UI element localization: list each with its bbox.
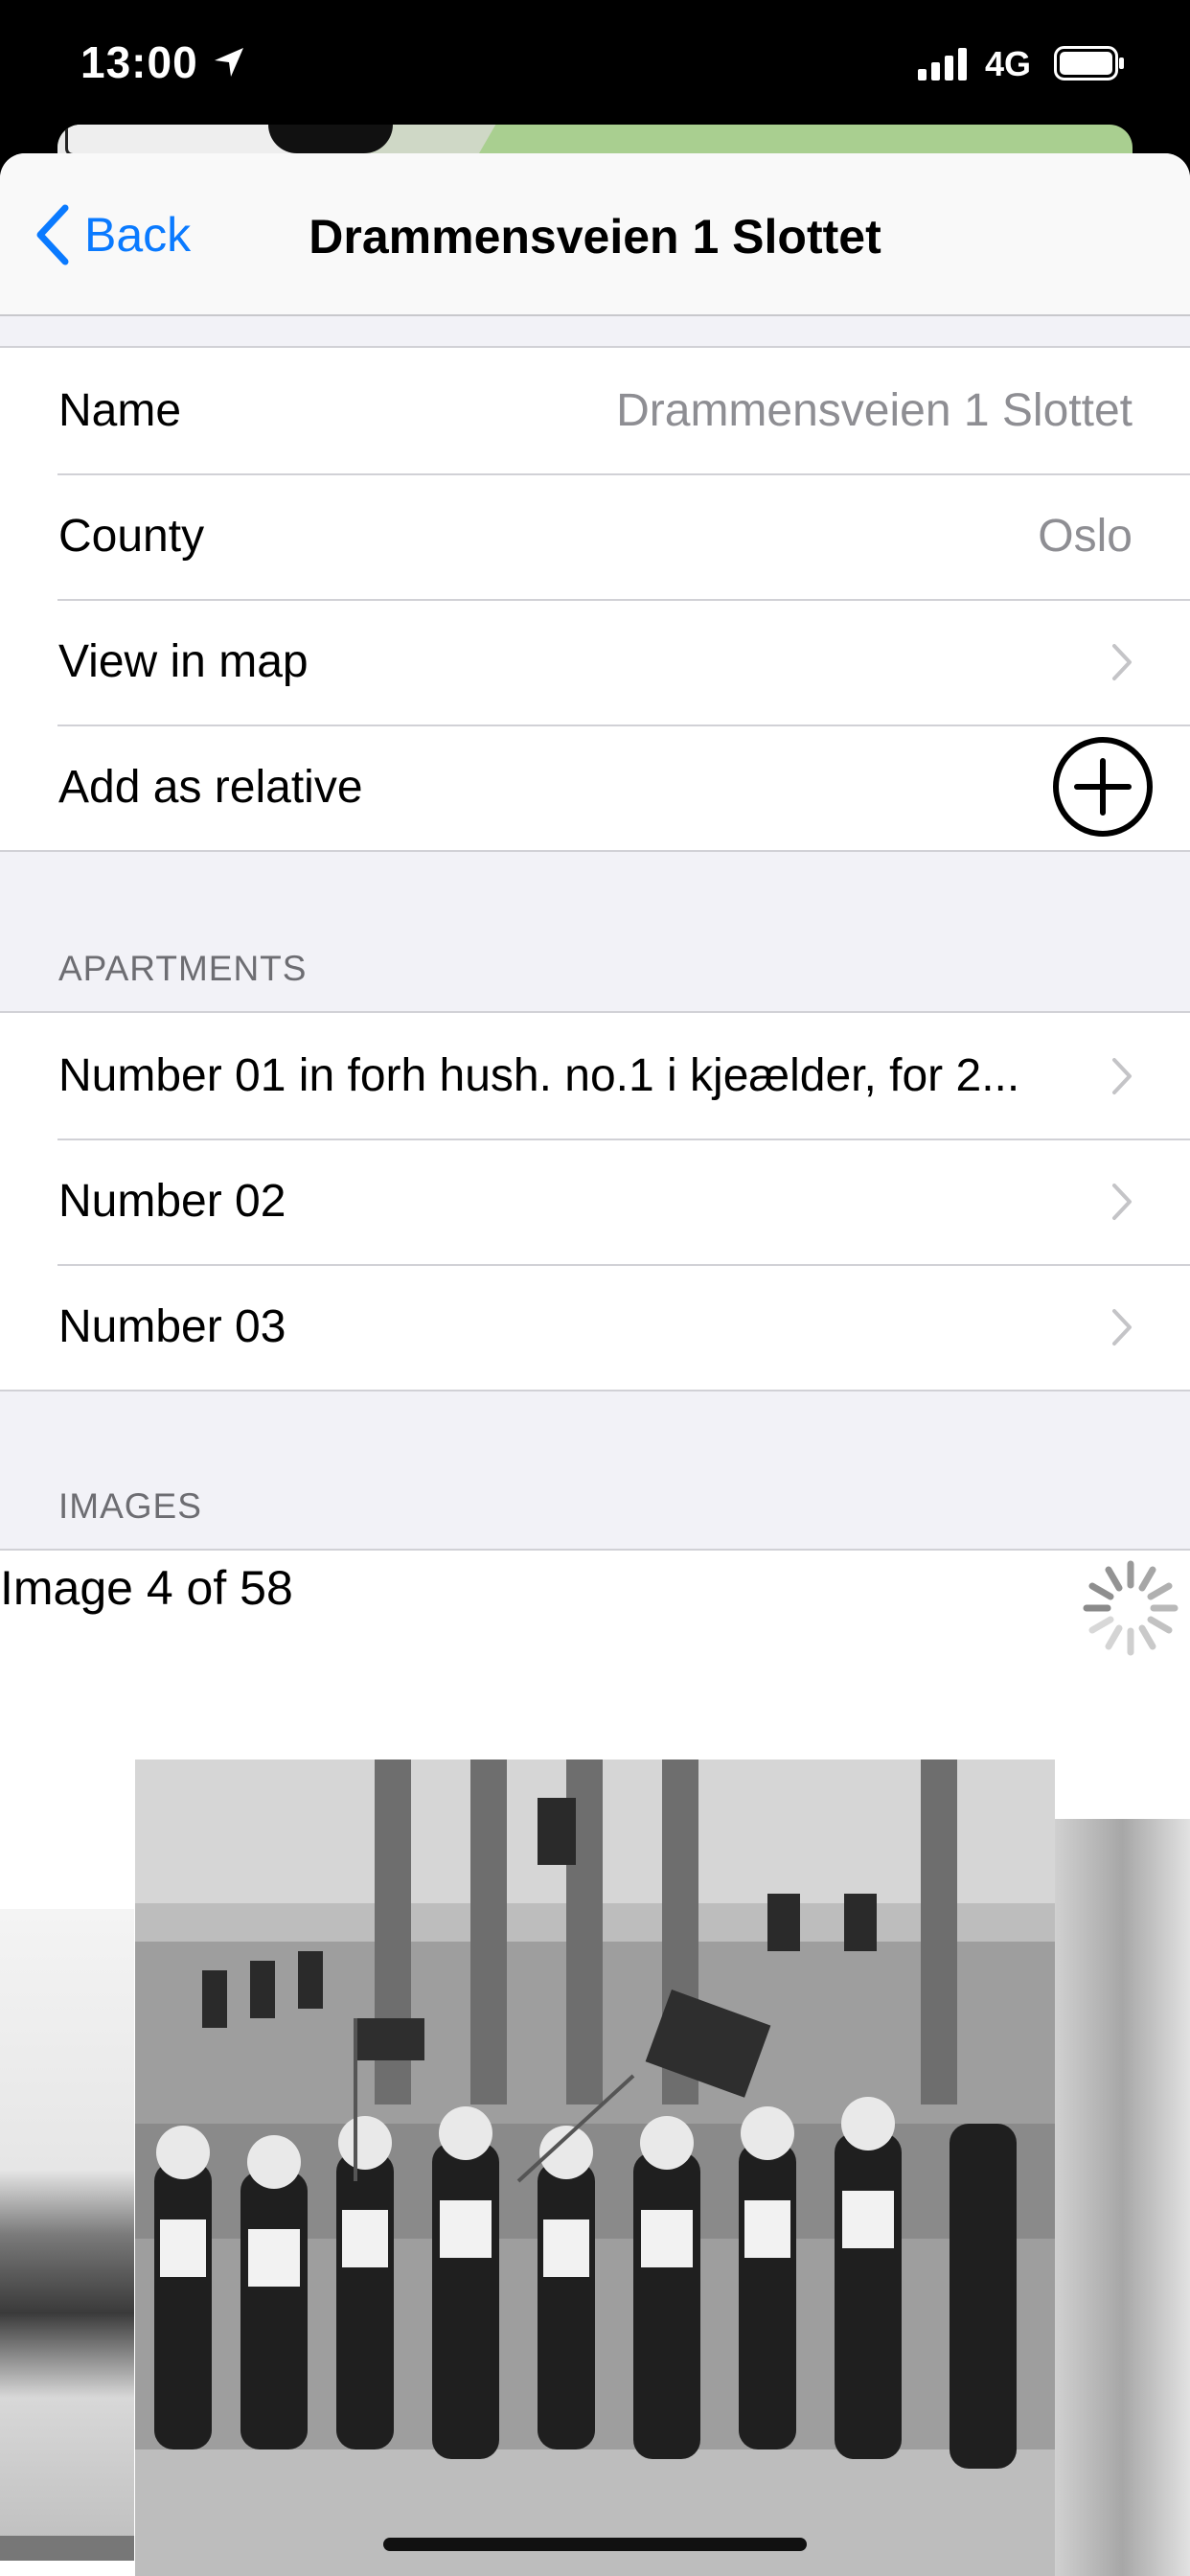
apartment-label: Number 02 bbox=[58, 1176, 286, 1227]
chevron-right-icon bbox=[1112, 1184, 1132, 1220]
page-title: Drammensveien 1 Slottet bbox=[309, 210, 881, 264]
status-bar: 13:00 4G bbox=[0, 0, 1190, 129]
add-relative-button[interactable] bbox=[1052, 736, 1154, 838]
apartment-row[interactable]: Number 01 in forh hush. no.1 i kjeælder,… bbox=[0, 1013, 1190, 1138]
name-value: Drammensveien 1 Slottet bbox=[616, 385, 1133, 436]
details-group: Name Drammensveien 1 Slottet County Oslo… bbox=[0, 346, 1190, 852]
status-time: 13:00 bbox=[80, 37, 198, 87]
name-row: Name Drammensveien 1 Slottet bbox=[0, 348, 1190, 473]
apartments-section-header: APARTMENTS bbox=[58, 949, 308, 988]
cellular-signal-icon bbox=[918, 48, 967, 80]
chevron-right-icon bbox=[1112, 1058, 1132, 1094]
loading-spinner-icon bbox=[1083, 1560, 1179, 1656]
carousel-image-next[interactable] bbox=[1055, 1819, 1190, 2576]
apartment-label: Number 03 bbox=[58, 1301, 286, 1352]
images-section-header: IMAGES bbox=[58, 1486, 202, 1526]
view-in-map-row[interactable]: View in map bbox=[0, 599, 1190, 724]
view-in-map-label: View in map bbox=[58, 636, 309, 687]
battery-icon bbox=[1054, 46, 1124, 80]
apartments-group: Number 01 in forh hush. no.1 i kjeælder,… bbox=[0, 1011, 1190, 1392]
place-detail-sheet: Back Drammensveien 1 Slottet Name Dramme… bbox=[0, 153, 1190, 2576]
apartment-row[interactable]: Number 03 bbox=[0, 1264, 1190, 1390]
images-carousel[interactable]: Image 4 of 58 bbox=[0, 1549, 1190, 2576]
location-arrow-icon bbox=[215, 48, 243, 77]
network-type: 4G bbox=[985, 44, 1032, 83]
carousel-image-previous[interactable] bbox=[0, 1909, 134, 2561]
apartment-label: Number 01 in forh hush. no.1 i kjeælder,… bbox=[58, 1050, 1020, 1101]
image-counter: Image 4 of 58 bbox=[0, 1561, 293, 1615]
navigation-bar: Back Drammensveien 1 Slottet bbox=[0, 153, 1190, 316]
chevron-right-icon bbox=[1112, 644, 1132, 680]
home-indicator[interactable] bbox=[383, 2538, 807, 2551]
county-row: County Oslo bbox=[0, 473, 1190, 599]
apartment-row[interactable]: Number 02 bbox=[0, 1138, 1190, 1264]
name-label: Name bbox=[58, 385, 182, 436]
add-as-relative-row: Add as relative bbox=[0, 724, 1190, 850]
county-label: County bbox=[58, 511, 205, 562]
chevron-right-icon bbox=[1112, 1309, 1132, 1346]
add-as-relative-label: Add as relative bbox=[58, 762, 363, 813]
county-value: Oslo bbox=[1038, 511, 1133, 562]
carousel-image-current[interactable] bbox=[135, 1760, 1055, 2576]
